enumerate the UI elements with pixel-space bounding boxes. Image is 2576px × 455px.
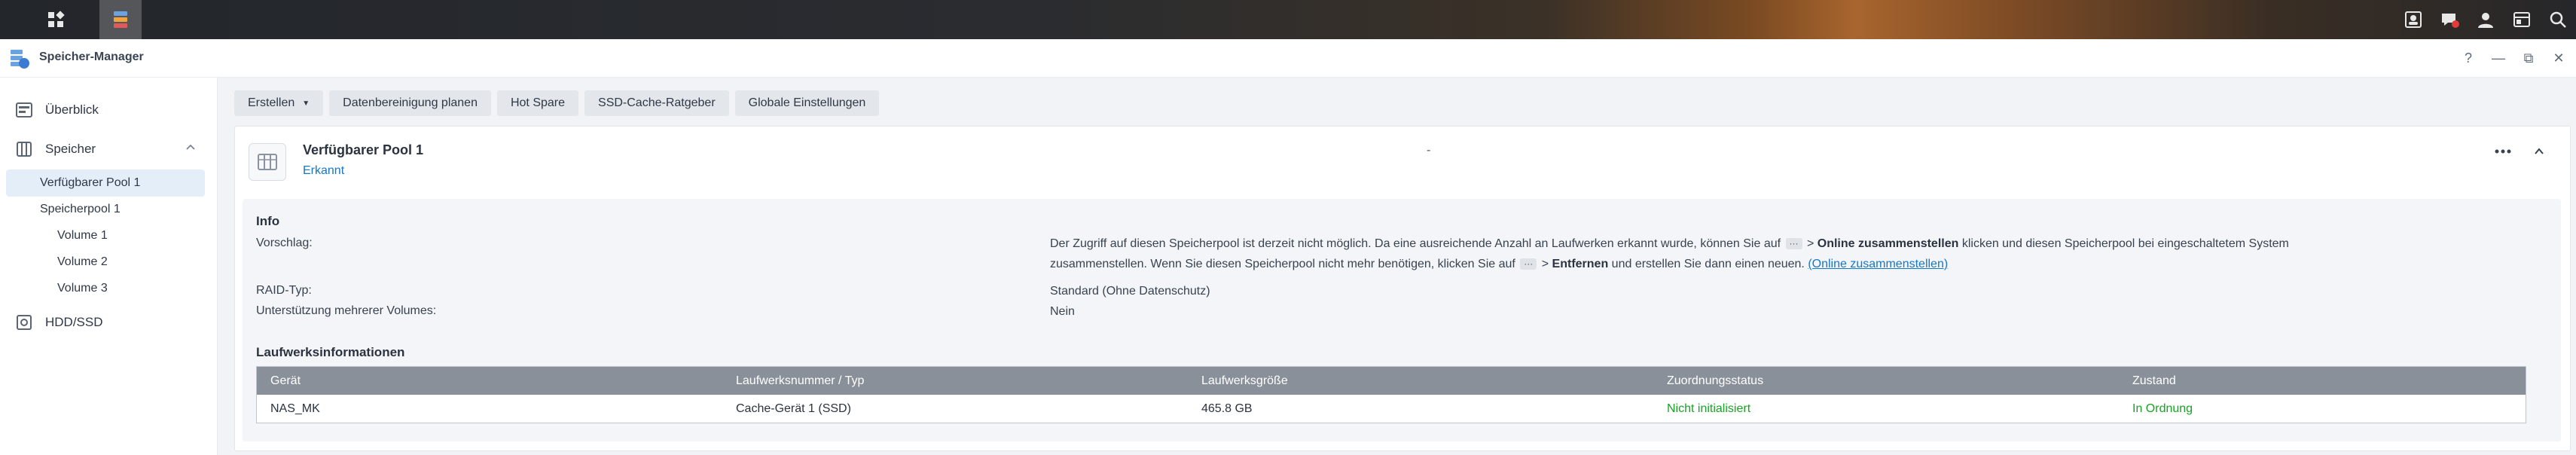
- table-row[interactable]: NAS_MK Cache-Gerät 1 (SSD) 465.8 GB Nich…: [257, 395, 2526, 423]
- drive-info-heading: Laufwerksinformationen: [256, 345, 405, 359]
- suggestion-text-part: und erstellen Sie dann einen neuen.: [1611, 258, 1805, 270]
- window-title: Speicher-Manager: [39, 50, 144, 63]
- caret-down-icon: ▼: [302, 99, 310, 108]
- sidebar-item-storage[interactable]: Speicher: [6, 136, 205, 163]
- sidebar-item-volume-2[interactable]: Volume 2: [6, 249, 205, 276]
- suggestion-text: Der Zugriff auf diesen Speicherpool ist …: [1050, 234, 2541, 274]
- more-dots-icon: ···: [1520, 258, 1537, 270]
- drive-table: Gerät Laufwerksnummer / Typ Laufwerksgrö…: [256, 366, 2526, 423]
- cell-device: NAS_MK: [270, 402, 320, 415]
- info-panel: Info Vorschlag: Der Zugriff auf diesen S…: [243, 199, 2561, 441]
- table-header-row: Gerät Laufwerksnummer / Typ Laufwerksgrö…: [257, 367, 2526, 395]
- create-button[interactable]: Erstellen ▼: [234, 90, 324, 116]
- user-badge-icon[interactable]: [2395, 0, 2431, 39]
- sidebar-item-volume-3[interactable]: Volume 3: [6, 275, 205, 302]
- close-icon[interactable]: ✕: [2549, 49, 2568, 67]
- sidebar-item-available-pool-1[interactable]: Verfügbarer Pool 1: [6, 169, 205, 197]
- disk-icon: [15, 313, 33, 331]
- column-header-allocation-status[interactable]: Zuordnungsstatus: [1653, 374, 2119, 388]
- remove-emphasis: Entfernen: [1552, 258, 1609, 270]
- sidebar-item-label: Speicher: [45, 142, 96, 156]
- collapse-chevron-icon[interactable]: [2529, 142, 2549, 161]
- chevron-up-icon[interactable]: [185, 142, 196, 157]
- toolbar: Erstellen ▼ Datenbereinigung planen Hot …: [234, 90, 880, 116]
- window-titlebar: Speicher-Manager ? — ⧉ ✕: [0, 39, 2576, 78]
- info-heading: Info: [256, 214, 280, 228]
- column-header-drive-size[interactable]: Laufwerksgröße: [1188, 374, 1653, 388]
- multi-volume-value: Nein: [1050, 305, 1075, 318]
- restore-icon[interactable]: ⧉: [2519, 49, 2538, 67]
- schedule-scrubbing-button[interactable]: Datenbereinigung planen: [329, 90, 491, 116]
- sidebar-item-hdd-ssd[interactable]: HDD/SSD: [6, 309, 205, 336]
- sidebar-item-label: Verfügbarer Pool 1: [40, 176, 141, 189]
- suggestion-text-part: zusammenstellen. Wenn Sie diesen Speiche…: [1050, 258, 1515, 270]
- sidebar-item-storage-pool-1[interactable]: Speicherpool 1: [6, 196, 205, 223]
- suggestion-text-part: klicken und diesen Speicherpool bei eing…: [1961, 237, 2289, 250]
- pool-summary-dash: -: [1427, 144, 1431, 157]
- sidebar-item-label: Volume 1: [57, 229, 108, 242]
- pool-name: Verfügbarer Pool 1: [303, 142, 424, 157]
- suggestion-arrow: >: [1541, 258, 1552, 270]
- pool-status: Erkannt: [303, 164, 345, 177]
- sidebar-item-overview[interactable]: Überblick: [6, 96, 205, 124]
- global-settings-button[interactable]: Globale Einstellungen: [734, 90, 880, 116]
- online-assemble-emphasis: Online zusammenstellen: [1817, 237, 1959, 250]
- suggestion-label: Vorschlag:: [256, 237, 313, 249]
- minimize-icon[interactable]: —: [2489, 49, 2508, 67]
- storage-manager-logo-icon: [9, 48, 30, 69]
- storage-manager-app-icon[interactable]: [99, 0, 142, 39]
- column-header-drive-number[interactable]: Laufwerksnummer / Typ: [722, 374, 1188, 388]
- multi-volume-label: Unterstützung mehrerer Volumes:: [256, 304, 437, 317]
- user-icon[interactable]: [2468, 0, 2504, 39]
- sidebar-item-label: Volume 2: [57, 255, 108, 268]
- ssd-cache-advisor-button[interactable]: SSD-Cache-Ratgeber: [584, 90, 729, 116]
- hot-spare-button[interactable]: Hot Spare: [496, 90, 579, 116]
- sidebar-item-volume-1[interactable]: Volume 1: [6, 222, 205, 249]
- sidebar-item-label: Volume 3: [57, 282, 108, 295]
- help-icon[interactable]: ?: [2458, 49, 2478, 67]
- pool-card: Verfügbarer Pool 1 Erkannt - Info Vorsch…: [234, 126, 2571, 451]
- widgets-icon[interactable]: [2504, 0, 2540, 39]
- sidebar: Überblick Speicher Verfügbarer Pool 1 Sp…: [0, 78, 218, 455]
- cell-health: In Ordnung: [2132, 402, 2193, 415]
- main-menu-icon[interactable]: [35, 0, 77, 39]
- online-assemble-link[interactable]: (Online zusammenstellen): [1808, 258, 1948, 270]
- storage-icon: [15, 140, 33, 158]
- more-actions-icon[interactable]: [2493, 142, 2513, 161]
- column-header-device[interactable]: Gerät: [257, 374, 722, 388]
- sidebar-item-label: HDD/SSD: [45, 315, 103, 329]
- cell-drive-number: Cache-Gerät 1 (SSD): [736, 402, 851, 415]
- main-content: Erstellen ▼ Datenbereinigung planen Hot …: [218, 78, 2576, 455]
- search-icon[interactable]: [2540, 0, 2576, 39]
- cell-allocation-status: Nicht initialisiert: [1667, 402, 1751, 415]
- more-dots-icon: ···: [1785, 238, 1802, 250]
- sidebar-item-label: Überblick: [45, 102, 99, 117]
- raid-type-label: RAID-Typ:: [256, 284, 312, 297]
- notifications-icon[interactable]: [2431, 0, 2468, 39]
- sidebar-item-label: Speicherpool 1: [40, 203, 121, 215]
- cell-drive-size: 465.8 GB: [1201, 402, 1253, 415]
- create-button-label: Erstellen: [248, 96, 295, 109]
- raid-type-value: Standard (Ohne Datenschutz): [1050, 285, 1210, 298]
- column-header-health[interactable]: Zustand: [2119, 374, 2526, 388]
- pool-icon: [249, 143, 286, 181]
- suggestion-text-part: Der Zugriff auf diesen Speicherpool ist …: [1050, 237, 1781, 250]
- desktop-taskbar: [0, 0, 2576, 39]
- overview-icon: [15, 101, 33, 119]
- suggestion-arrow: >: [1806, 237, 1818, 250]
